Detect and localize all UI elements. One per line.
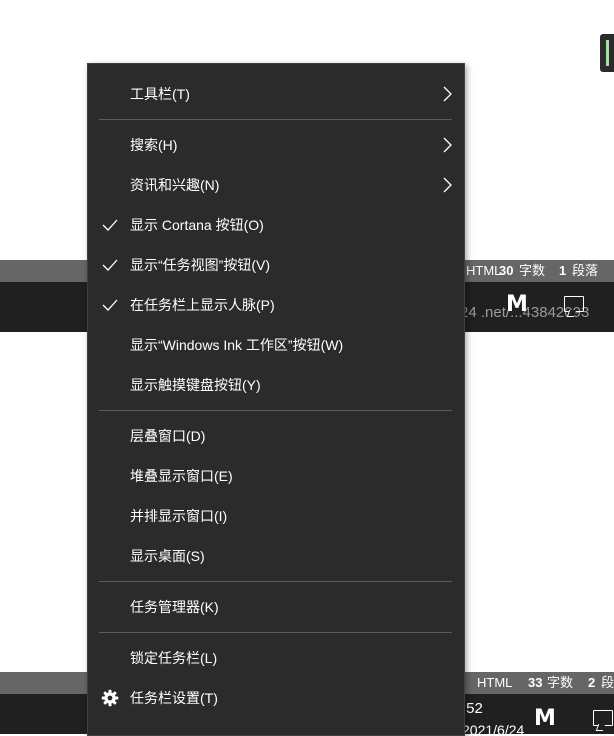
menu-item-label: 并排显示窗口(I): [130, 508, 228, 524]
menu-item-lock-taskbar[interactable]: 锁定任务栏(L): [88, 638, 464, 678]
menu-item-taskbar-settings[interactable]: 任务栏设置(T): [88, 678, 464, 718]
status-para-unit: 段落: [572, 263, 599, 278]
menu-separator: [99, 632, 452, 633]
m-logo-icon[interactable]: M: [534, 706, 556, 731]
menu-item-toolbars[interactable]: 工具栏(T): [88, 74, 464, 114]
status-format: HTML: [466, 263, 502, 278]
menu-item-label: 层叠窗口(D): [130, 428, 206, 444]
clock-date[interactable]: 2021/6/24: [462, 722, 524, 734]
menu-item-label: 显示“Windows Ink 工作区”按钮(W): [130, 337, 344, 353]
menu-item-stack-windows[interactable]: 堆叠显示窗口(E): [88, 456, 464, 496]
check-icon: [102, 219, 118, 231]
menu-item-label: 显示 Cortana 按钮(O): [130, 217, 264, 233]
menu-item-cascade-windows[interactable]: 层叠窗口(D): [88, 416, 464, 456]
menu-item-label: 任务栏设置(T): [130, 690, 218, 706]
clock-time[interactable]: :52: [462, 700, 483, 717]
status-format: HTML: [477, 675, 513, 690]
status-para-unit: 段: [601, 675, 614, 690]
tray-icon-fragment: [600, 34, 614, 72]
taskbar-context-menu: 工具栏(T) 搜索(H) 资讯和兴趣(N) 显示 Cortana 按钮(O) 显…: [87, 63, 465, 736]
menu-item-label: 显示桌面(S): [130, 548, 205, 564]
status-word-unit: 字数: [547, 675, 574, 690]
menu-item-show-ink-workspace[interactable]: 显示“Windows Ink 工作区”按钮(W): [88, 325, 464, 365]
menu-item-label: 搜索(H): [130, 137, 178, 153]
menu-item-side-by-side[interactable]: 并排显示窗口(I): [88, 496, 464, 536]
status-para-count: 2: [588, 675, 596, 690]
menu-item-label: 显示“任务视图”按钮(V): [130, 257, 270, 273]
menu-separator: [99, 119, 452, 120]
status-para-count: 1: [559, 263, 567, 278]
menu-item-show-desktop[interactable]: 显示桌面(S): [88, 536, 464, 576]
chevron-right-icon: [443, 177, 452, 193]
chevron-right-icon: [443, 137, 452, 153]
menu-item-news-interests[interactable]: 资讯和兴趣(N): [88, 165, 464, 205]
m-logo-icon[interactable]: M: [506, 292, 528, 317]
menu-item-show-task-view[interactable]: 显示“任务视图”按钮(V): [88, 245, 464, 285]
gear-icon: [101, 689, 119, 707]
menu-item-label: 资讯和兴趣(N): [130, 177, 220, 193]
notification-icon[interactable]: [564, 296, 584, 312]
menu-item-label: 在任务栏上显示人脉(P): [130, 297, 275, 313]
menu-item-label: 显示触摸键盘按钮(Y): [130, 377, 261, 393]
menu-item-label: 锁定任务栏(L): [130, 650, 218, 666]
menu-item-show-touch-keyboard[interactable]: 显示触摸键盘按钮(Y): [88, 365, 464, 405]
menu-item-search[interactable]: 搜索(H): [88, 125, 464, 165]
check-icon: [102, 299, 118, 311]
status-word-count: 30: [499, 263, 514, 278]
status-word-count: 33: [528, 675, 543, 690]
status-word-unit: 字数: [519, 263, 546, 278]
menu-item-show-people[interactable]: 在任务栏上显示人脉(P): [88, 285, 464, 325]
menu-separator: [99, 581, 452, 582]
menu-item-show-cortana[interactable]: 显示 Cortana 按钮(O): [88, 205, 464, 245]
menu-item-task-manager[interactable]: 任务管理器(K): [88, 587, 464, 627]
menu-item-label: 任务管理器(K): [130, 599, 219, 615]
chevron-right-icon: [443, 86, 452, 102]
menu-separator: [99, 410, 452, 411]
menu-item-label: 工具栏(T): [130, 86, 190, 102]
notification-icon[interactable]: [593, 710, 613, 726]
menu-item-label: 堆叠显示窗口(E): [130, 468, 233, 484]
check-icon: [102, 259, 118, 271]
